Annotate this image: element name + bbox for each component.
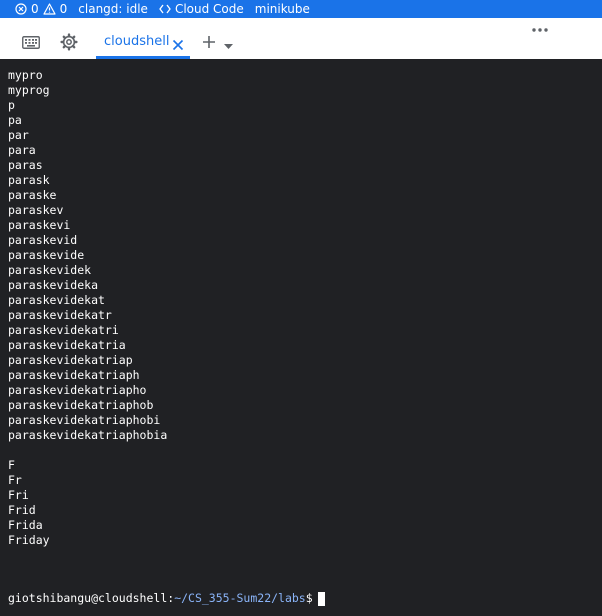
terminal-line: paraskevidekatria bbox=[8, 338, 126, 352]
terminal-tab-bar: cloudshell bbox=[0, 18, 602, 59]
errors-count: 0 bbox=[31, 2, 39, 16]
code-brackets-icon bbox=[159, 4, 171, 14]
add-tab-button[interactable] bbox=[201, 35, 217, 51]
settings-button[interactable] bbox=[59, 33, 79, 55]
terminal-line: paraskevidekatriaphobi bbox=[8, 413, 161, 427]
chevron-down-icon bbox=[224, 34, 233, 53]
warnings-count: 0 bbox=[59, 2, 68, 16]
terminal-prompt[interactable]: giotshibangu@cloudshell: ~/CS_355-Sum22/l… bbox=[8, 591, 325, 606]
terminal-line: paraskevi bbox=[8, 218, 71, 232]
terminal-line: F bbox=[8, 458, 15, 472]
terminal-panel[interactable]: mypro myprog p pa par para paras parask paraske p… bbox=[0, 59, 602, 616]
terminal-line: paraskevideka bbox=[8, 278, 99, 292]
prompt-separator: : bbox=[167, 591, 175, 605]
minikube-button[interactable]: minikube bbox=[255, 2, 310, 16]
terminal-line: paraskevidekatr bbox=[8, 308, 112, 322]
problems-indicator[interactable]: 0 0 bbox=[15, 2, 67, 16]
terminal-line: par bbox=[8, 128, 29, 142]
terminal-line: p bbox=[8, 98, 15, 112]
terminal-line: paraskevid bbox=[8, 233, 78, 247]
tab-label: cloudshell bbox=[104, 34, 170, 49]
status-bar: 0 0 clangd: idle Cloud Code minikube bbox=[0, 0, 602, 18]
keyboard-icon bbox=[22, 34, 40, 53]
terminal-line: paraskevidek bbox=[8, 263, 92, 277]
terminal-line: paras bbox=[8, 158, 43, 172]
terminal-line: Fr bbox=[8, 473, 22, 487]
more-horizontal-icon[interactable] bbox=[531, 19, 549, 32]
terminal-line: paraskevide bbox=[8, 248, 85, 262]
close-icon[interactable] bbox=[172, 36, 184, 51]
prompt-symbol: $ bbox=[305, 591, 313, 605]
tab-cloudshell[interactable]: cloudshell bbox=[96, 18, 190, 59]
clangd-status-label: clangd: idle bbox=[78, 2, 148, 16]
prompt-user-host: giotshibangu@cloudshell bbox=[8, 591, 168, 605]
terminal-line: paraskevidekatriapho bbox=[8, 383, 147, 397]
terminal-line: paraskev bbox=[8, 203, 64, 217]
error-icon bbox=[15, 3, 27, 15]
terminal-line: mypro bbox=[8, 68, 43, 82]
terminal-line: paraskevidekat bbox=[8, 293, 105, 307]
terminal-cursor bbox=[317, 591, 325, 606]
terminal-output: mypro myprog p pa par para paras parask paraske p… bbox=[8, 68, 167, 548]
terminal-line: paraskevidekatriaphob bbox=[8, 398, 154, 412]
minikube-label: minikube bbox=[254, 2, 310, 16]
terminal-line: parask bbox=[8, 173, 50, 187]
cloud-code-button[interactable]: Cloud Code bbox=[159, 2, 244, 16]
tab-menu-dropdown[interactable] bbox=[223, 39, 234, 49]
terminal-line: paraskevidekatriaph bbox=[8, 368, 140, 382]
terminal-line: para bbox=[8, 143, 36, 157]
terminal-line: paraskevidekatriaphobia bbox=[8, 428, 168, 442]
terminal-line: pa bbox=[8, 113, 22, 127]
keyboard-button[interactable] bbox=[21, 35, 41, 51]
terminal-line: Frid bbox=[8, 503, 36, 517]
plus-icon bbox=[202, 34, 216, 53]
cloud-code-label: Cloud Code bbox=[174, 2, 244, 16]
clangd-status[interactable]: clangd: idle bbox=[78, 2, 148, 16]
terminal-line: myprog bbox=[8, 83, 50, 97]
terminal-line: paraskevidekatriap bbox=[8, 353, 133, 367]
terminal-line: Fri bbox=[8, 488, 29, 502]
terminal-line: Frida bbox=[8, 518, 43, 532]
warning-icon bbox=[43, 3, 56, 15]
terminal-line: Friday bbox=[8, 533, 50, 547]
prompt-path: ~/CS_355-Sum22/labs bbox=[174, 591, 306, 605]
gear-icon bbox=[60, 33, 78, 55]
terminal-line: paraskevidekatri bbox=[8, 323, 119, 337]
terminal-line: paraske bbox=[8, 188, 57, 202]
